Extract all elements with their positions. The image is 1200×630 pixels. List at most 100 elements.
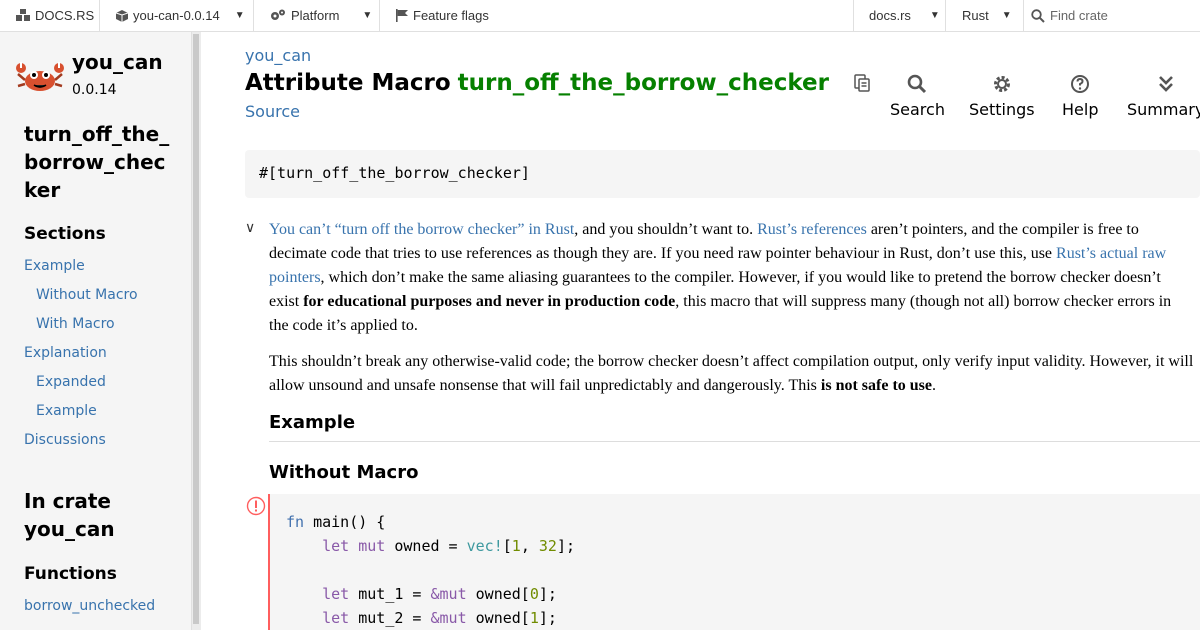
rust-menu-label: Rust — [962, 8, 989, 23]
functions-heading: Functions — [24, 564, 117, 584]
doc-paragraph: You can’t “turn off the borrow checker” … — [269, 218, 1194, 338]
code-keyword: &mut — [430, 609, 467, 627]
double-chevron-down-icon — [1158, 76, 1173, 92]
code-keyword: let — [322, 537, 350, 555]
breadcrumb[interactable]: you_can — [245, 46, 311, 65]
sidebar-item-with-macro[interactable]: With Macro — [36, 316, 115, 332]
caret-down-icon: ▼ — [234, 10, 245, 21]
flag-icon — [396, 9, 408, 22]
caret-down-icon: ▼ — [362, 10, 373, 21]
divider — [99, 0, 100, 31]
code-example-block: fn main() { let mut owned = vec![1, 32];… — [268, 494, 1200, 630]
code-text: ]; — [538, 585, 557, 603]
find-crate-input[interactable] — [1050, 8, 1180, 23]
doc-bold-text: is not safe to use — [820, 377, 932, 394]
docsrs-label: DOCS.RS — [35, 8, 95, 23]
code-keyword: &mut — [430, 585, 467, 603]
code-listing: fn main() { let mut owned = vec![1, 32];… — [270, 494, 1200, 630]
divider — [379, 0, 380, 31]
sidebar-item-example-2[interactable]: Example — [36, 403, 97, 419]
code-text: main() { — [304, 513, 386, 531]
docsrs-menu-label: docs.rs — [869, 8, 911, 23]
divider — [945, 0, 946, 31]
platform-menu[interactable]: Platform ▼ — [270, 0, 372, 31]
divider — [253, 0, 254, 31]
search-button[interactable]: Search — [890, 74, 945, 119]
feature-flags-label: Feature flags — [413, 8, 489, 23]
crate-name[interactable]: you_can — [72, 50, 163, 74]
sidebar-item-example[interactable]: Example — [24, 258, 85, 274]
sections-heading: Sections — [24, 224, 106, 244]
code-text: [ — [502, 537, 512, 555]
section-heading-example[interactable]: Example — [269, 412, 1200, 442]
doc-link[interactable]: You can’t “turn off the borrow checker” … — [269, 221, 574, 238]
docsrs-home-link[interactable]: DOCS.RS — [16, 0, 94, 31]
code-number: 1 — [511, 537, 521, 555]
help-button[interactable]: Help — [1062, 74, 1098, 119]
code-text: mut_1 = — [349, 585, 431, 603]
caret-down-icon: ▼ — [1001, 10, 1012, 21]
crate-menu[interactable]: you-can-0.0.14 ▼ — [116, 0, 245, 31]
sidebar-item-explanation[interactable]: Explanation — [24, 345, 107, 361]
feature-flags-link[interactable]: Feature flags — [396, 0, 489, 31]
doc-link[interactable]: Rust’s references — [757, 221, 867, 238]
find-crate-box — [1031, 0, 1180, 31]
doc-paragraph: This shouldn’t break any otherwise-valid… — [269, 350, 1194, 398]
in-crate-link[interactable]: you_can — [24, 517, 115, 541]
code-keyword: mut — [358, 537, 386, 555]
code-text: owned[ — [466, 585, 530, 603]
page-title-prefix: Attribute Macro — [245, 70, 451, 96]
code-text: mut_2 = — [349, 609, 431, 627]
sidebar-item-title[interactable]: turn_off_the_borrow_checker — [24, 120, 174, 204]
in-crate-heading: In crate you_can — [24, 487, 184, 543]
sidebar: you_can 0.0.14 turn_off_the_borrow_check… — [0, 32, 191, 630]
doc-text: , and you shouldn’t want to. — [574, 221, 758, 238]
code-macro: vec! — [466, 537, 503, 555]
rust-menu[interactable]: Rust ▼ — [962, 0, 1012, 31]
ferris-crab-logo[interactable] — [16, 56, 64, 96]
top-navbar: DOCS.RS you-can-0.0.14 ▼ Platform ▼ Feat… — [0, 0, 1200, 32]
code-text: owned = — [385, 537, 467, 555]
page-title: Attribute Macro turn_off_the_borrow_chec… — [245, 70, 871, 96]
divider — [1023, 0, 1024, 31]
cube-icon — [116, 9, 128, 22]
cogs-icon — [271, 9, 285, 20]
copy-icon[interactable] — [853, 74, 871, 92]
section-heading-without-macro[interactable]: Without Macro — [269, 462, 418, 483]
caret-down-icon: ▼ — [929, 10, 940, 21]
crate-menu-label: you-can-0.0.14 — [133, 8, 220, 23]
declaration-code: #[turn_off_the_borrow_checker] — [259, 164, 530, 182]
code-keyword: let — [322, 585, 350, 603]
summary-button[interactable]: Summary — [1127, 74, 1200, 119]
code-keyword: let — [322, 609, 350, 627]
help-label: Help — [1062, 100, 1099, 119]
divider — [853, 0, 854, 31]
macro-name: turn_off_the_borrow_checker — [457, 70, 830, 96]
sidebar-item-discussions[interactable]: Discussions — [24, 432, 106, 448]
code-number: 0 — [529, 585, 539, 603]
source-link[interactable]: Source — [245, 102, 300, 121]
in-crate-label: In crate — [24, 489, 111, 513]
code-text: owned[ — [466, 609, 530, 627]
search-label: Search — [890, 100, 945, 119]
sidebar-item-borrow-unchecked[interactable]: borrow_unchecked — [24, 598, 155, 614]
platform-label: Platform — [291, 8, 340, 23]
settings-button[interactable]: Settings — [969, 74, 1035, 119]
doc-text: . — [932, 377, 936, 394]
main-content: you_can Attribute Macro turn_off_the_bor… — [200, 32, 1200, 630]
code-keyword: fn — [286, 513, 305, 531]
crate-version: 0.0.14 — [72, 82, 117, 98]
gear-icon — [993, 76, 1010, 92]
scrollbar-thumb[interactable] — [193, 34, 199, 624]
code-number: 1 — [529, 609, 539, 627]
docsrs-menu[interactable]: docs.rs ▼ — [869, 0, 940, 31]
sidebar-item-expanded[interactable]: Expanded — [36, 374, 106, 390]
compile-fail-warning-icon[interactable] — [246, 496, 266, 516]
sidebar-item-without-macro[interactable]: Without Macro — [36, 287, 138, 303]
question-circle-icon — [1071, 75, 1090, 93]
collapse-toggle-icon[interactable]: ∨ — [245, 220, 255, 236]
item-declaration: #[turn_off_the_borrow_checker] — [245, 150, 1200, 198]
code-text: , — [520, 537, 539, 555]
doc-text: This shouldn’t break any otherwise-valid… — [269, 353, 1194, 394]
settings-label: Settings — [969, 100, 1035, 119]
